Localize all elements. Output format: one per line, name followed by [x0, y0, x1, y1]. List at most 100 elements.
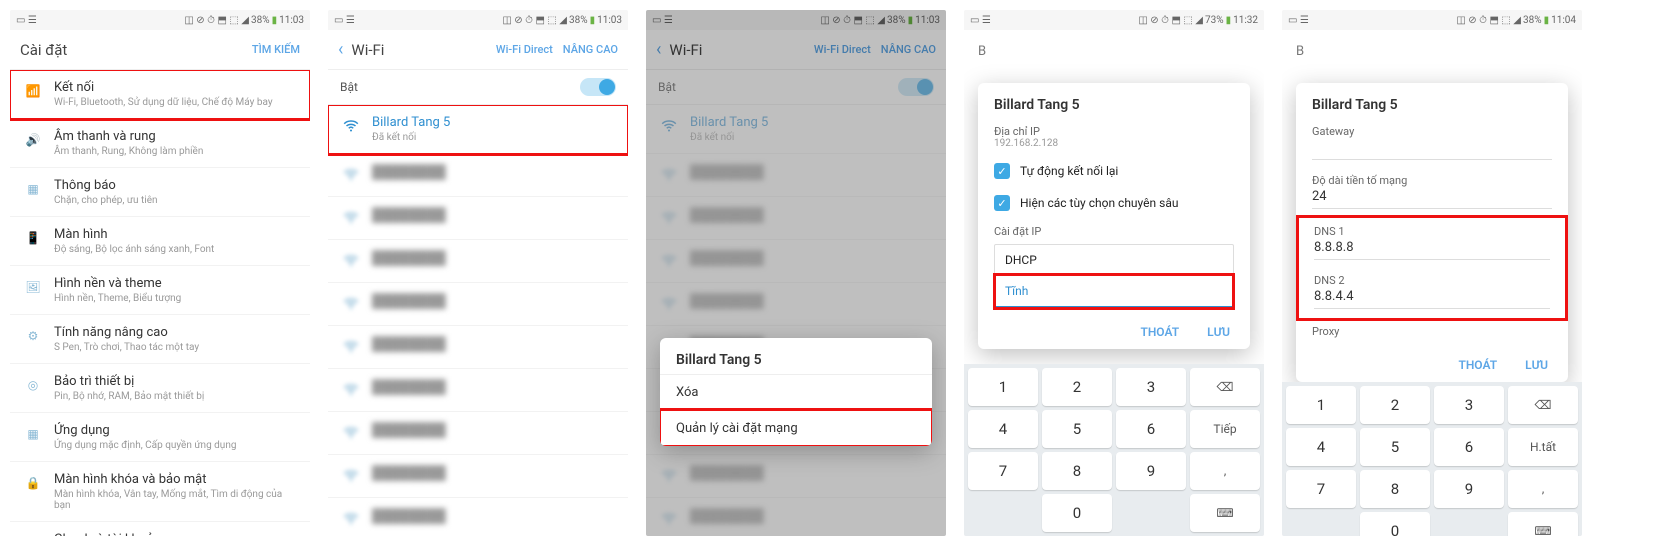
- dns1-field[interactable]: 8.8.8.8: [1314, 240, 1550, 260]
- digit-9-key[interactable]: 9: [1116, 452, 1186, 490]
- digit-2-key[interactable]: 2: [1360, 386, 1430, 424]
- advanced-action[interactable]: NÂNG CAO: [563, 43, 618, 56]
- wifi-network-item[interactable]: ████████: [328, 240, 628, 283]
- static-option[interactable]: Tĩnh: [995, 275, 1233, 308]
- digit-1-key[interactable]: 1: [968, 368, 1038, 406]
- digit-6-key[interactable]: 6: [1434, 428, 1504, 466]
- theme-icon: 🖼: [22, 276, 44, 298]
- wifi-network-item[interactable]: ████████: [328, 154, 628, 197]
- background-label: B: [964, 30, 1264, 59]
- back-icon[interactable]: ‹: [338, 39, 343, 60]
- settings-item-cloud[interactable]: ☁Cloud và tài khoản: [10, 522, 310, 536]
- dns2-label: DNS 2: [1298, 268, 1566, 287]
- digit-0-key[interactable]: 0: [1042, 494, 1112, 532]
- show-advanced-checkbox[interactable]: ✓ Hiện các tùy chọn chuyên sâu: [978, 187, 1250, 219]
- wifi-network-item[interactable]: ████████: [328, 455, 628, 498]
- keyboard-switch-key[interactable]: ⌨: [1190, 494, 1260, 532]
- gateway-label: Gateway: [1296, 119, 1568, 138]
- wifi-screen: ▭ ☰ ◫ ⊘ ⏱ ⬒ ⬚ ◢ 38% ▮ 11:03 ‹ Wi-Fi Wi-F…: [328, 10, 628, 536]
- next-key[interactable]: H.tất: [1508, 428, 1578, 466]
- wifi-network-item[interactable]: ████████: [328, 197, 628, 240]
- digit-5-key[interactable]: 5: [1360, 428, 1430, 466]
- settings-item-display[interactable]: 📱Màn hìnhĐộ sáng, Bộ lọc ánh sáng xanh, …: [10, 217, 310, 266]
- next-key[interactable]: Tiếp: [1190, 410, 1260, 448]
- wifi-network-item[interactable]: ████████: [328, 412, 628, 455]
- settings-item-advanced[interactable]: ⚙Tính năng nâng caoS Pen, Trò chơi, Thao…: [10, 315, 310, 364]
- digit-7-key[interactable]: 7: [1286, 470, 1356, 508]
- wifi-direct-action[interactable]: Wi-Fi Direct: [496, 43, 553, 56]
- comma-key[interactable]: ,: [1508, 470, 1578, 508]
- numeric-keyboard: 123⌫ 456Tiếp 789, 0 ⌨: [964, 364, 1264, 536]
- comma-key[interactable]: ,: [1190, 452, 1260, 490]
- prefix-length-field[interactable]: 24: [1312, 189, 1552, 209]
- wifi-network-item[interactable]: ████████: [328, 326, 628, 369]
- save-button[interactable]: LƯU: [1525, 358, 1548, 372]
- keyboard-switch-key[interactable]: ⌨: [1508, 512, 1578, 536]
- dns-settings-screen: ▭ ☰ ◫ ⊘ ⏱ ⬒ ⬚ ◢ 38% ▮ 11:04 B Billard Ta…: [1282, 10, 1582, 536]
- page-title: Wi-Fi: [351, 41, 496, 59]
- ip-address-value: 192.168.2.128: [978, 138, 1250, 155]
- digit-8-key[interactable]: 8: [1042, 452, 1112, 490]
- wifi-icon: [340, 508, 362, 530]
- wifi-network-item[interactable]: ████████: [328, 498, 628, 536]
- wifi-toggle-row[interactable]: Bật: [328, 70, 628, 105]
- digit-2-key[interactable]: 2: [1042, 368, 1112, 406]
- dns1-label: DNS 1: [1298, 219, 1566, 238]
- auto-reconnect-checkbox[interactable]: ✓ Tự động kết nối lại: [978, 155, 1250, 187]
- settings-item-apps[interactable]: ▦Ứng dụngỨng dụng mặc định, Cấp quyền ứn…: [10, 413, 310, 462]
- digit-4-key[interactable]: 4: [968, 410, 1038, 448]
- digit-3-key[interactable]: 3: [1116, 368, 1186, 406]
- settings-item-theme[interactable]: 🖼Hình nền và themeHình nền, Theme, Biểu …: [10, 266, 310, 315]
- wifi-network-connected[interactable]: Billard Tang 5 Đã kết nối: [328, 105, 628, 154]
- cancel-button[interactable]: THOÁT: [1458, 358, 1497, 372]
- modal-overlay[interactable]: Billard Tang 5 Xóa Quản lý cài đặt mạng: [646, 10, 946, 536]
- backspace-key[interactable]: ⌫: [1190, 368, 1260, 406]
- manage-network-option[interactable]: Quản lý cài đặt mạng: [660, 410, 932, 446]
- digit-0-key[interactable]: 0: [1360, 512, 1430, 536]
- sound-icon: 🔊: [22, 129, 44, 151]
- settings-item-maint[interactable]: ◎Bảo trì thiết bịPin, Bộ nhớ, RAM, Bảo m…: [10, 364, 310, 413]
- lock-icon: 🔒: [22, 472, 44, 494]
- save-button[interactable]: LƯU: [1207, 325, 1230, 339]
- digit-5-key[interactable]: 5: [1042, 410, 1112, 448]
- dialog-title: Billard Tang 5: [978, 83, 1250, 119]
- ip-settings-select[interactable]: DHCP Tĩnh: [994, 244, 1234, 309]
- checkbox-checked-icon: ✓: [994, 195, 1010, 211]
- page-title: Cài đặt: [20, 41, 252, 59]
- digit-3-key[interactable]: 3: [1434, 386, 1504, 424]
- wifi-context-screen: ▭ ☰ ◫ ⊘ ⏱ ⬒ ⬚ ◢ 38% ▮ 11:03 ‹ Wi-Fi Wi-F…: [646, 10, 946, 536]
- ip-settings-label: Cài đặt IP: [978, 219, 1250, 238]
- wifi-network-item[interactable]: ████████: [328, 369, 628, 412]
- wifi-network-item[interactable]: ████████: [328, 283, 628, 326]
- dhcp-option[interactable]: DHCP: [995, 245, 1233, 275]
- wifi-toggle[interactable]: [580, 78, 616, 96]
- network-settings-screen: ▭ ☰ ◫ ⊘ ⏱ ⬒ ⬚ ◢ 73% ▮ 11:32 B Billard Ta…: [964, 10, 1264, 536]
- settings-item-sound[interactable]: 🔊Âm thanh và rungÂm thanh, Rung, Không l…: [10, 119, 310, 168]
- gateway-field[interactable]: [1312, 140, 1552, 160]
- wifi-icon: [340, 250, 362, 272]
- wifi-icon: [340, 336, 362, 358]
- wifi-icon: [340, 164, 362, 186]
- backspace-key[interactable]: ⌫: [1508, 386, 1578, 424]
- digit-6-key[interactable]: 6: [1116, 410, 1186, 448]
- wifi-icon: [340, 207, 362, 229]
- digit-4-key[interactable]: 4: [1286, 428, 1356, 466]
- settings-item-notif[interactable]: ▦Thông báoChặn, cho phép, ưu tiên: [10, 168, 310, 217]
- notif-icon: ▦: [22, 178, 44, 200]
- digit-8-key[interactable]: 8: [1360, 470, 1430, 508]
- network-edit-dialog: Billard Tang 5 Địa chỉ IP 192.168.2.128 …: [978, 83, 1250, 349]
- cancel-button[interactable]: THOÁT: [1140, 325, 1179, 339]
- wifi-secure-icon: [340, 115, 362, 137]
- forget-network-option[interactable]: Xóa: [660, 374, 932, 410]
- wifi-icon: [340, 293, 362, 315]
- status-bar: ▭ ☰ ◫ ⊘ ⏱ ⬒ ⬚ ◢ 38% ▮ 11:03: [328, 10, 628, 30]
- dns2-field[interactable]: 8.8.4.4: [1314, 289, 1550, 309]
- settings-item-lock[interactable]: 🔒Màn hình khóa và bảo mậtMàn hình khóa, …: [10, 462, 310, 522]
- digit-1-key[interactable]: 1: [1286, 386, 1356, 424]
- digit-9-key[interactable]: 9: [1434, 470, 1504, 508]
- cloud-icon: ☁: [22, 532, 44, 536]
- status-left-icons: ▭ ☰: [16, 15, 37, 26]
- settings-item-connections[interactable]: 📶Kết nốiWi-Fi, Bluetooth, Sử dụng dữ liệ…: [10, 70, 310, 119]
- search-action[interactable]: TÌM KIẾM: [252, 43, 300, 56]
- digit-7-key[interactable]: 7: [968, 452, 1038, 490]
